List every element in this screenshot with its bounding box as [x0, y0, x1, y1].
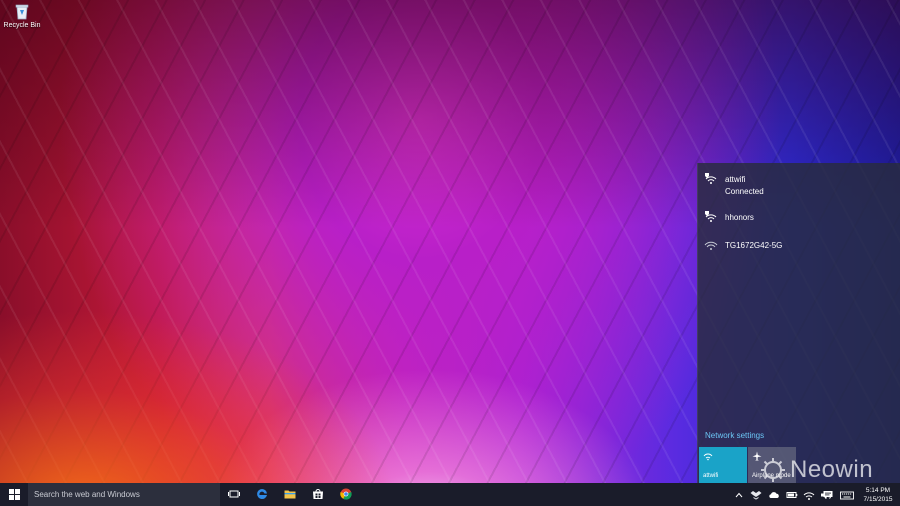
store-button[interactable] [305, 483, 331, 506]
network-item-attwifi[interactable]: attwifi Connected [698, 167, 900, 199]
taskbar-clock[interactable]: 5:14 PM 7/15/2015 [858, 486, 898, 504]
taskbar: Search the web and Windows 5:14 PM 7/15/… [0, 483, 900, 506]
task-view-button[interactable] [221, 483, 247, 506]
store-icon [313, 489, 323, 499]
network-item-hhonors[interactable]: hhonors [698, 205, 900, 233]
network-icon[interactable] [803, 489, 815, 501]
file-explorer-icon [284, 490, 296, 499]
network-settings-link[interactable]: Network settings [705, 431, 764, 440]
network-name: attwifi [725, 175, 746, 184]
tile-label: attwifi [703, 473, 719, 479]
network-flyout: attwifi Connected hhonors TG1672G42-5G N… [697, 163, 900, 483]
taskbar-search-box[interactable]: Search the web and Windows [28, 483, 220, 506]
dropbox-icon[interactable] [750, 489, 762, 501]
wifi-warning-icon [705, 211, 717, 222]
neowin-logo-icon [761, 458, 785, 482]
wifi-warning-icon [705, 173, 717, 184]
network-name: TG1672G42-5G [725, 241, 783, 250]
clock-date: 7/15/2015 [863, 496, 893, 503]
task-view-icon [228, 490, 240, 498]
watermark-text: Neowin [790, 456, 874, 483]
battery-icon[interactable] [786, 489, 798, 501]
edge-button[interactable] [249, 483, 275, 506]
chrome-button[interactable] [333, 483, 359, 506]
recycle-bin-icon [13, 2, 31, 20]
clock-time: 5:14 PM [865, 487, 891, 494]
keyboard-icon[interactable] [840, 489, 854, 501]
desktop-icon-label: Recycle Bin [3, 22, 41, 29]
edge-icon [257, 488, 267, 499]
desktop-icon-recycle-bin[interactable]: Recycle Bin [2, 2, 42, 29]
windows-logo-icon [9, 489, 20, 500]
file-explorer-button[interactable] [277, 483, 303, 506]
onedrive-icon[interactable] [768, 489, 780, 501]
network-name: hhonors [725, 213, 754, 222]
chevron-up-icon[interactable] [733, 489, 745, 501]
network-status: Connected [725, 187, 764, 196]
search-placeholder: Search the web and Windows [34, 490, 140, 499]
neowin-watermark: Neowin [760, 455, 873, 485]
network-item-tg1672g42-5g[interactable]: TG1672G42-5G [698, 233, 900, 261]
wifi-toggle-tile[interactable]: attwifi [699, 447, 747, 483]
wifi-icon [703, 453, 713, 461]
start-button[interactable] [0, 483, 28, 506]
action-center-icon[interactable] [822, 489, 834, 501]
wifi-icon [704, 241, 718, 250]
chrome-icon [340, 488, 352, 500]
